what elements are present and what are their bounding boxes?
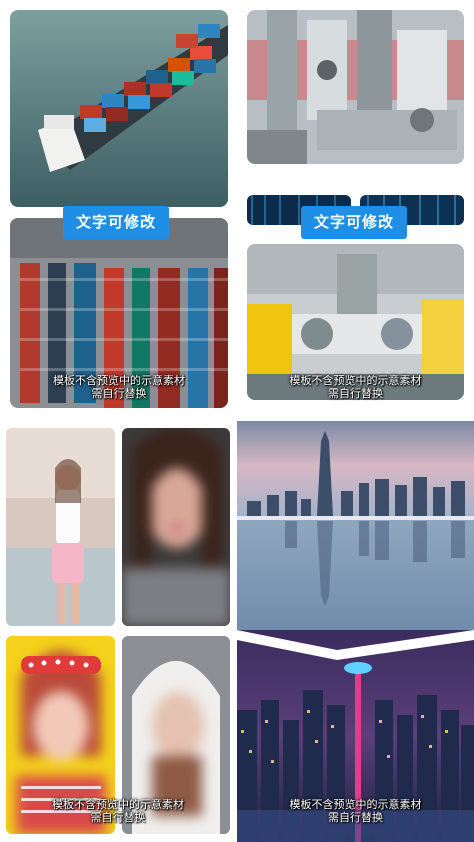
photo-city-skyline-day — [237, 421, 474, 641]
disclaimer-line-2: 需自行替换 — [90, 811, 146, 824]
disclaimer-caption-bottom-left: 模板不含预览中的示意素材 需自行替换 — [6, 798, 230, 824]
disclaimer-line-1: 模板不含预览中的示意素材 — [289, 798, 422, 811]
photo-woman-fur — [122, 428, 230, 626]
disclaimer-caption-top-left: 模板不含预览中的示意素材 需自行替换 — [10, 374, 228, 400]
photo-machinery-top — [247, 10, 464, 164]
disclaimer-line-1: 模板不含预览中的示意素材 — [52, 798, 184, 811]
disclaimer-line-1: 模板不含预览中的示意素材 — [53, 374, 185, 387]
disclaimer-caption-bottom-right: 模板不含预览中的示意素材 需自行替换 — [237, 798, 474, 824]
disclaimer-line-2: 需自行替换 — [91, 387, 147, 400]
disclaimer-line-2: 需自行替换 — [328, 811, 383, 824]
editable-text-badge-right: 文字可修改 — [301, 206, 407, 239]
disclaimer-line-1: 模板不含预览中的示意素材 — [289, 374, 422, 387]
photo-cargo-ship — [10, 10, 228, 207]
disclaimer-caption-top-right: 模板不含预览中的示意素材 需自行替换 — [247, 374, 464, 400]
editable-text-badge-left: 文字可修改 — [63, 206, 169, 239]
disclaimer-line-2: 需自行替换 — [328, 387, 383, 400]
photo-woman-beach — [6, 428, 115, 626]
